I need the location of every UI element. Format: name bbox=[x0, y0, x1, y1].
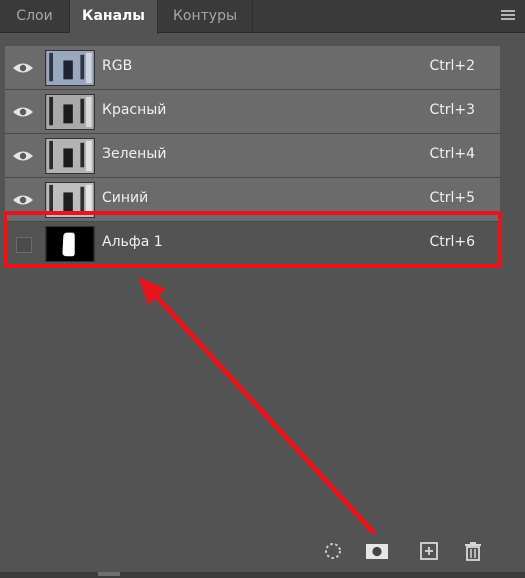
eye-icon[interactable] bbox=[11, 59, 35, 77]
delete-channel-icon[interactable] bbox=[462, 540, 484, 562]
channel-thumbnail bbox=[45, 138, 95, 174]
channel-shortcut: Ctrl+3 bbox=[429, 102, 475, 118]
channel-name: Красный bbox=[102, 102, 167, 118]
eye-icon[interactable] bbox=[11, 103, 35, 121]
bottom-scrollbar[interactable] bbox=[0, 572, 525, 578]
save-selection-icon[interactable] bbox=[364, 540, 390, 562]
channel-thumbnail bbox=[45, 50, 95, 86]
highlight-box bbox=[3, 211, 502, 268]
tab-paths[interactable]: Контуры bbox=[158, 0, 253, 33]
channel-row-rgb[interactable]: RGB Ctrl+2 bbox=[5, 46, 500, 90]
channel-name: Зеленый bbox=[102, 146, 167, 162]
panel-tab-bar: Слои Каналы Контуры bbox=[0, 0, 525, 34]
channel-name: Синий bbox=[102, 190, 149, 206]
channel-row-red[interactable]: Красный Ctrl+3 bbox=[5, 90, 500, 134]
load-selection-icon[interactable] bbox=[322, 540, 344, 562]
eye-icon[interactable] bbox=[11, 147, 35, 165]
scroll-thumb[interactable] bbox=[98, 572, 120, 576]
channel-shortcut: Ctrl+5 bbox=[429, 190, 475, 206]
panel-menu-icon[interactable] bbox=[501, 10, 515, 22]
tab-channels[interactable]: Каналы bbox=[70, 0, 158, 34]
channel-row-green[interactable]: Зеленый Ctrl+4 bbox=[5, 134, 500, 178]
channel-shortcut: Ctrl+4 bbox=[429, 146, 475, 162]
new-channel-icon[interactable] bbox=[418, 540, 440, 562]
channel-thumbnail bbox=[45, 94, 95, 130]
eye-icon[interactable] bbox=[11, 191, 35, 209]
tab-layers[interactable]: Слои bbox=[0, 0, 70, 33]
channel-shortcut: Ctrl+2 bbox=[429, 58, 475, 74]
channel-name: RGB bbox=[102, 58, 133, 74]
